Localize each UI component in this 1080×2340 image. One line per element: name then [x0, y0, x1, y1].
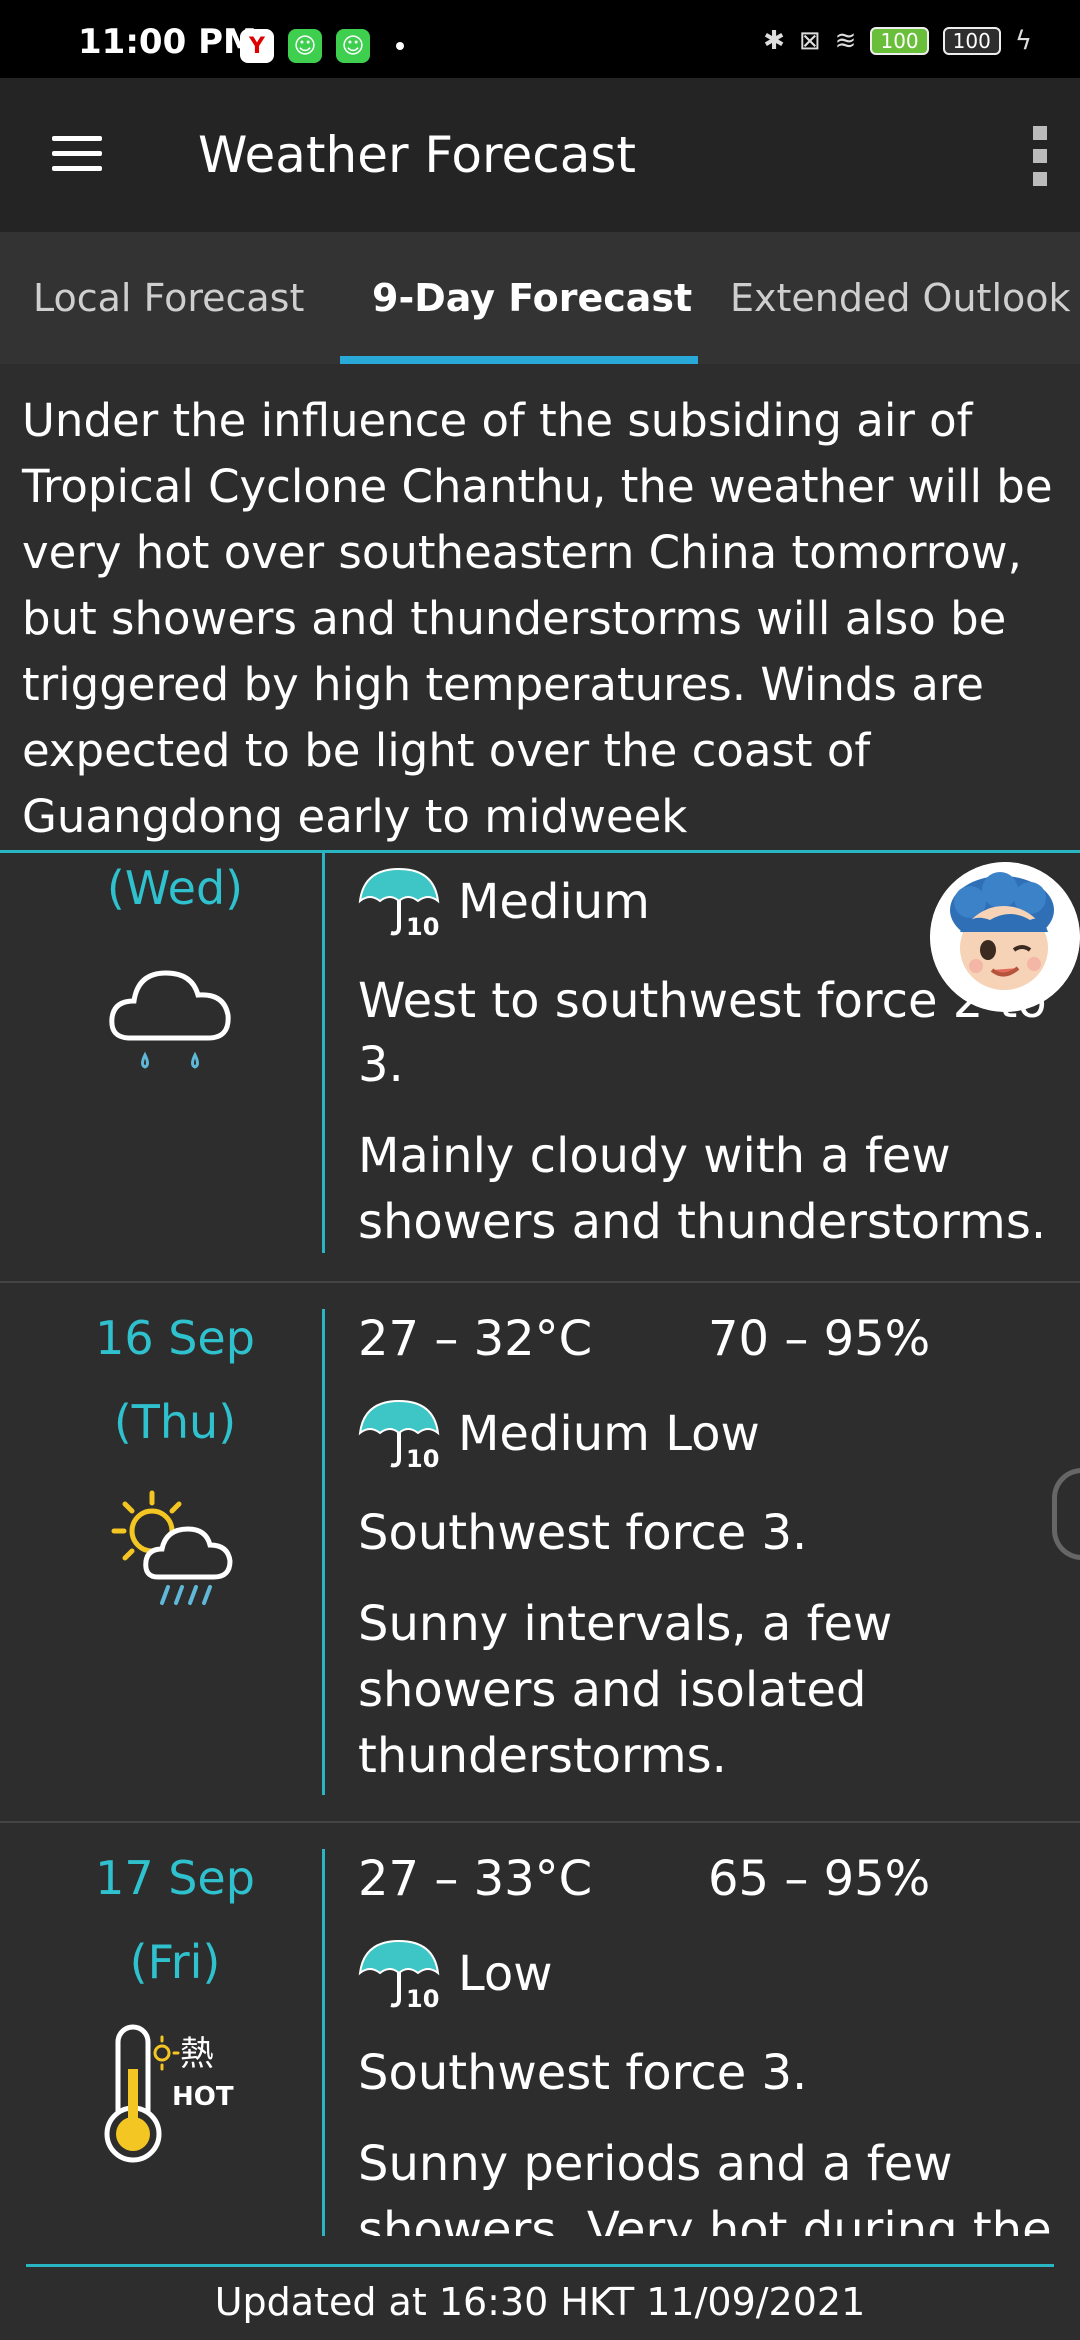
forecast-day: (Fri) [129, 1935, 221, 1989]
humidity-range: 70 – 95% [708, 1311, 931, 1367]
divider [322, 1849, 325, 2236]
tab-9-day-forecast[interactable]: 9-Day Forecast [372, 276, 692, 320]
app-notification-icon: ☺ [288, 29, 322, 63]
tab-extended-outlook[interactable]: Extended Outlook [730, 276, 1071, 320]
active-tab-indicator [340, 356, 698, 364]
status-bar: 11:00 PM Y ☺ ☺ ✱ ⊠ ≋ 100 100 ϟ [0, 0, 1080, 78]
forecast-row: 16 Sep (Thu) 27 – 32°C 70 – 95% 10 Mediu… [0, 1283, 1080, 1823]
forecast-list[interactable]: (Wed) 10 Medium West to southwest force … [0, 853, 1080, 2236]
forecast-date: 17 Sep [95, 1851, 255, 1905]
umbrella-icon: 10 [358, 867, 439, 939]
rain-probability: Medium [458, 874, 650, 930]
status-time: 11:00 PM [78, 22, 257, 62]
svg-text:10: 10 [406, 1445, 439, 1471]
wifi-icon: ≋ [834, 26, 857, 56]
rain-probability: Medium Low [458, 1406, 760, 1462]
sun-cloud-showers-icon [111, 1490, 233, 1605]
app-notification-icon: ☺ [336, 29, 370, 63]
umbrella-icon: 10 [358, 1939, 439, 2011]
temperature-range: 27 – 33°C [358, 1851, 593, 1907]
divider [26, 2264, 1054, 2267]
more-notifications-icon [396, 42, 404, 50]
forecast-tabs: Local Forecast 9-Day Forecast Extended O… [0, 232, 1080, 364]
humidity-range: 65 – 95% [708, 1851, 931, 1907]
bluetooth-icon: ✱ [763, 26, 785, 56]
svg-text:10: 10 [406, 913, 439, 939]
assistant-avatar-button[interactable] [930, 862, 1080, 1012]
hot-label-en: HOT [172, 2082, 234, 2112]
umbrella-icon: 10 [358, 1399, 439, 1471]
more-options-icon[interactable] [1030, 126, 1050, 186]
svg-text:10: 10 [406, 1985, 439, 2011]
weather-description: Sunny intervals, a few showers and isola… [358, 1596, 893, 1784]
weather-description: Sunny periods and a few showers. Very ho… [358, 2136, 1052, 2236]
wind-text: Southwest force 3. [358, 1505, 808, 1561]
forecast-date: 16 Sep [95, 1311, 255, 1365]
edge-panel-handle[interactable] [1052, 1468, 1080, 1560]
app-notification-icon: Y [240, 29, 274, 63]
charging-icon: ϟ [1014, 26, 1032, 56]
rain-cloud-icon [109, 970, 231, 1069]
notification-icons: Y ☺ ☺ [240, 28, 404, 64]
battery-icon: 100 [942, 27, 1001, 55]
very-hot-thermometer-icon: 熱 HOT [104, 2024, 234, 2163]
forecast-row: (Wed) 10 Medium West to southwest force … [0, 853, 1080, 1283]
wind-text: Southwest force 3. [358, 2045, 808, 2101]
app-bar: Weather Forecast [0, 78, 1080, 232]
forecast-row: 17 Sep (Fri) 熱 HOT 27 – 33°C 65 – 95% 10… [0, 1823, 1080, 2236]
general-situation-text: Under the influence of the subsiding air… [22, 394, 1053, 843]
temperature-range: 27 – 32°C [358, 1311, 593, 1367]
last-updated-text: Updated at 16:30 HKT 11/09/2021 [214, 2280, 866, 2324]
weather-description: Mainly cloudy with a few showers and thu… [358, 1128, 1047, 1250]
forecast-day: (Thu) [113, 1395, 237, 1449]
system-icons: ✱ ⊠ ≋ 100 100 ϟ [763, 26, 1032, 56]
forecast-day: (Wed) [106, 861, 244, 915]
menu-icon[interactable] [52, 136, 102, 172]
hot-label-cn: 熱 [180, 2034, 214, 2074]
battery-icon: 100 [870, 27, 929, 55]
signal-off-icon: ⊠ [798, 26, 821, 56]
rain-probability: Low [458, 1946, 553, 2002]
cartoon-avatar-icon [930, 862, 1080, 1012]
page-title: Weather Forecast [198, 126, 636, 184]
divider [322, 1309, 325, 1795]
tab-local-forecast[interactable]: Local Forecast [33, 276, 304, 320]
